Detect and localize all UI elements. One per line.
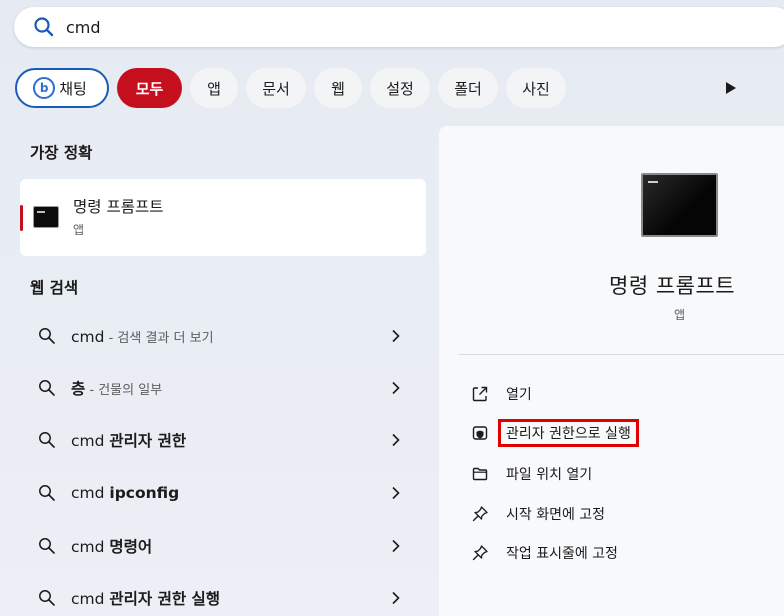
filter-all-label: 모두 — [135, 79, 164, 98]
divider — [459, 354, 784, 355]
search-input[interactable] — [66, 17, 666, 37]
web-result-row[interactable]: cmd - 검색 결과 더 보기 — [20, 311, 426, 361]
search-icon — [39, 538, 55, 554]
command-prompt-icon — [33, 206, 59, 228]
result-query-suffix: 관리자 권한 실행 — [109, 590, 221, 608]
search-icon — [39, 485, 55, 501]
result-query-prefix: cmd — [71, 590, 110, 608]
pin-icon — [472, 506, 488, 522]
play-arrow-icon — [726, 82, 736, 94]
web-search-heading: 웹 검색 — [30, 279, 79, 297]
filter-web-label: 웹 — [331, 79, 345, 98]
web-result-text: cmd ipconfig — [71, 484, 179, 502]
result-query-prefix: cmd — [71, 538, 110, 556]
search-icon — [39, 590, 55, 606]
folder-icon — [472, 467, 488, 481]
filter-folders[interactable]: 폴더 — [438, 68, 498, 108]
result-query-suffix: 관리자 권한 — [109, 432, 187, 450]
filter-documents[interactable]: 문서 — [246, 68, 306, 108]
action-open[interactable]: 열기 — [471, 382, 532, 406]
result-query-suffix: 명령어 — [109, 538, 153, 556]
chevron-right-icon — [392, 539, 400, 553]
result-query-prefix: cmd — [71, 484, 110, 502]
action-pin-to-start-label: 시작 화면에 고정 — [506, 507, 606, 523]
chevron-right-icon — [392, 329, 400, 343]
web-result-text: cmd 명령어 — [71, 535, 152, 557]
preview-type: 앱 — [674, 308, 686, 322]
action-pin-to-taskbar[interactable]: 작업 표시줄에 고정 — [471, 541, 618, 565]
action-run-as-admin[interactable]: 관리자 권한으로 실행 — [471, 419, 639, 447]
result-query: cmd — [71, 327, 105, 346]
filter-settings-label: 설정 — [386, 79, 414, 98]
chevron-right-icon — [392, 486, 400, 500]
action-open-file-location-label: 파일 위치 열기 — [506, 467, 593, 483]
web-result-text: cmd 관리자 권한 — [71, 429, 186, 451]
pin-icon — [472, 545, 488, 561]
best-match-type: 앱 — [73, 223, 85, 237]
chevron-right-icon — [392, 591, 400, 605]
web-result-row[interactable]: cmd ipconfig — [20, 468, 426, 518]
filter-settings[interactable]: 설정 — [370, 68, 430, 108]
filter-chat[interactable]: b 채팅 — [15, 68, 109, 108]
filter-apps-label: 앱 — [207, 79, 221, 98]
preview-pane: 명령 프롬프트 앱 열기 관리자 권한으로 실행 파일 위치 열기 시작 화면에… — [439, 126, 784, 616]
filter-documents-label: 문서 — [262, 79, 290, 98]
action-pin-to-taskbar-label: 작업 표시줄에 고정 — [506, 546, 618, 562]
result-query-suffix: ipconfig — [109, 484, 180, 502]
best-match-name: 명령 프롬프트 — [73, 198, 164, 216]
result-subtitle: - 검색 결과 더 보기 — [104, 330, 214, 346]
filter-web[interactable]: 웹 — [314, 68, 362, 108]
chevron-right-icon — [392, 381, 400, 395]
open-icon — [472, 386, 488, 402]
best-match-heading: 가장 정확 — [30, 144, 93, 162]
web-result-text: 층 - 건물의 일부 — [71, 377, 162, 399]
result-subtitle: - 건물의 일부 — [85, 383, 163, 398]
chevron-right-icon — [392, 433, 400, 447]
filter-all[interactable]: 모두 — [117, 68, 182, 108]
web-result-row[interactable]: cmd 관리자 권한 실행 — [20, 573, 426, 616]
best-match-item[interactable]: 명령 프롬프트 앱 — [20, 179, 426, 256]
web-result-row[interactable]: cmd 명령어 — [20, 521, 426, 571]
action-pin-to-start[interactable]: 시작 화면에 고정 — [471, 502, 605, 526]
result-query-prefix: cmd — [71, 432, 110, 450]
search-icon — [34, 17, 54, 37]
filter-chat-label: 채팅 — [59, 79, 87, 98]
command-prompt-large-icon — [641, 173, 718, 237]
search-icon — [39, 380, 55, 396]
search-bar[interactable] — [14, 7, 784, 47]
preview-title: 명령 프롬프트 — [609, 274, 736, 298]
result-query: 층 — [71, 380, 86, 398]
search-icon — [39, 432, 55, 448]
web-result-row[interactable]: cmd 관리자 권한 — [20, 415, 426, 465]
action-open-file-location[interactable]: 파일 위치 열기 — [471, 462, 592, 486]
action-open-label: 열기 — [506, 387, 532, 403]
filter-chips: b 채팅 모두 앱 문서 웹 설정 폴더 사진 — [15, 68, 574, 108]
filter-apps[interactable]: 앱 — [190, 68, 238, 108]
action-run-as-admin-label: 관리자 권한으로 실행 — [498, 419, 639, 447]
bing-chat-icon: b — [33, 77, 56, 99]
web-result-text: cmd 관리자 권한 실행 — [71, 587, 220, 609]
filter-folders-label: 폴더 — [454, 79, 482, 98]
web-result-text: cmd - 검색 결과 더 보기 — [71, 327, 214, 346]
filter-photos[interactable]: 사진 — [506, 68, 566, 108]
filter-photos-label: 사진 — [522, 79, 550, 98]
more-filters-button[interactable] — [722, 78, 740, 98]
selection-indicator — [20, 205, 23, 231]
web-result-row[interactable]: 층 - 건물의 일부 — [20, 363, 426, 413]
search-icon — [39, 328, 55, 344]
shield-icon — [472, 426, 488, 440]
